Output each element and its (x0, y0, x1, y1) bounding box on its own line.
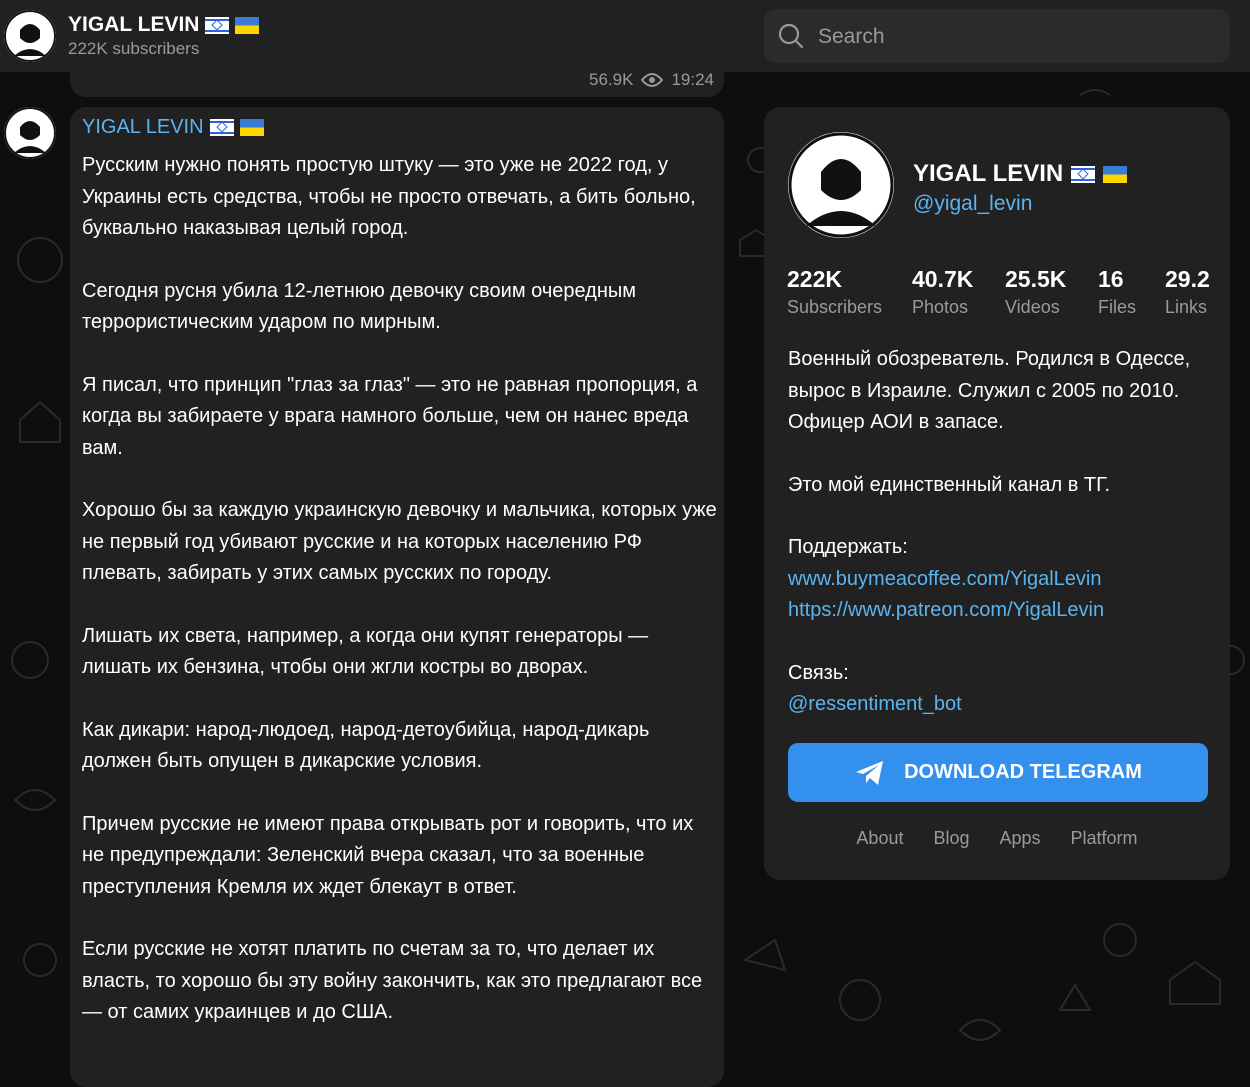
stat-value: 25.5K (1005, 266, 1067, 292)
message-paragraph: Сегодня русня убила 12-летнюю девочку св… (82, 279, 637, 334)
israel-flag-icon (205, 16, 230, 34)
view-count: 56.9K (589, 70, 634, 89)
download-telegram-label: DOWNLOAD TELEGRAM (904, 761, 1142, 783)
channel-title: YIGAL LEVIN (68, 13, 260, 37)
ukraine-flag-icon (239, 119, 264, 136)
stat-files: 16 Files (1098, 265, 1136, 318)
footer-link-platform[interactable]: Platform (1071, 828, 1138, 849)
subscriber-count: 222K subscribers (68, 39, 200, 58)
message-paragraph: Причем русские не имеют права открывать … (82, 812, 694, 898)
message-text: Русским нужно понять простую штуку — это… (82, 150, 717, 1060)
ukraine-flag-icon (235, 16, 260, 34)
message-author-name: YIGAL LEVIN (82, 116, 204, 138)
channel-stats: 222K Subscribers 40.7K Photos 25.5K Vide… (787, 265, 1230, 325)
stat-label: Subscribers (787, 297, 883, 317)
stat-label: Videos (1005, 297, 1060, 317)
stat-label: Links (1165, 297, 1208, 317)
previous-message: 56.9K 19:24 (70, 60, 724, 97)
stat-value: 222K (787, 266, 842, 292)
channel-avatar[interactable] (4, 10, 56, 62)
israel-flag-icon (1071, 165, 1096, 183)
card-avatar (788, 132, 894, 238)
stat-label: Photos (912, 297, 969, 317)
avatar-portrait-icon (4, 10, 56, 62)
search-input[interactable] (816, 19, 1200, 55)
message-paragraph: Лишать их света, например, а когда они к… (82, 624, 649, 679)
support-label: Поддержать: (788, 536, 908, 558)
stat-value: 29.2 (1165, 266, 1210, 292)
stat-photos: 40.7K Photos (912, 265, 973, 318)
footer-link-apps[interactable]: Apps (1000, 828, 1041, 849)
ukraine-flag-icon (1103, 165, 1128, 183)
message-paragraph: Русским нужно понять простую штуку — это… (82, 154, 696, 239)
only-channel-text: Это мой единственный канал в ТГ. (788, 473, 1111, 496)
message-paragraph: Я писал, что принцип "глаз за глаз" — эт… (82, 373, 698, 459)
footer-link-blog[interactable]: Blog (933, 828, 969, 849)
stat-videos: 25.5K Videos (1005, 265, 1066, 318)
message-author-avatar[interactable] (4, 107, 56, 159)
avatar-portrait-icon (788, 132, 894, 238)
bio-text: Военный обозреватель. Родился в Одессе, … (788, 348, 1191, 433)
support-block: Поддержать: www.buymeacoffee.com/YigalLe… (788, 532, 1218, 627)
stat-links: 29.2 Links (1165, 265, 1210, 318)
card-footer-links: About Blog Apps Platform (764, 828, 1230, 849)
stat-value: 16 (1098, 266, 1124, 292)
buymeacoffee-link[interactable]: www.buymeacoffee.com/YigalLevin (788, 564, 1218, 596)
footer-link-about[interactable]: About (856, 828, 903, 849)
israel-flag-icon (209, 119, 234, 136)
card-channel-name: YIGAL LEVIN (913, 160, 1128, 188)
channel-title-text: YIGAL LEVIN (68, 13, 200, 36)
channel-description: Военный обозреватель. Родился в Одессе, … (788, 344, 1218, 752)
avatar-portrait-icon (4, 107, 56, 159)
telegram-plane-icon (856, 760, 884, 785)
contact-bot-link[interactable]: @ressentiment_bot (788, 689, 1218, 721)
message-author[interactable]: YIGAL LEVIN (82, 116, 264, 139)
search-icon (778, 23, 804, 49)
card-channel-name-text: YIGAL LEVIN (913, 160, 1064, 187)
patreon-link[interactable]: https://www.patreon.com/YigalLevin (788, 595, 1218, 627)
message-paragraph: Если русские не хотят платить по счетам … (82, 938, 703, 1023)
download-telegram-button[interactable]: DOWNLOAD TELEGRAM (788, 743, 1208, 802)
eye-icon (641, 73, 664, 87)
contact-block: Связь: @ressentiment_bot (788, 658, 1218, 721)
stat-value: 40.7K (912, 266, 974, 292)
stat-subscribers: 222K Subscribers (787, 265, 882, 318)
message-bubble: YIGAL LEVIN Русским нужно понять простую… (70, 107, 724, 1087)
contact-label: Связь: (788, 661, 849, 684)
message-meta: 56.9K 19:24 (589, 70, 714, 90)
search-box[interactable] (764, 9, 1230, 63)
message-time: 19:24 (671, 70, 714, 89)
message-paragraph: Как дикари: народ-людоед, народ-детоубий… (82, 718, 650, 773)
channel-info-card: YIGAL LEVIN @yigal_levin 222K Subscriber… (764, 107, 1230, 880)
message-paragraph: Хорошо бы за каждую украинскую девочку и… (82, 499, 717, 584)
stat-label: Files (1098, 297, 1137, 317)
channel-handle[interactable]: @yigal_levin (913, 192, 1032, 216)
